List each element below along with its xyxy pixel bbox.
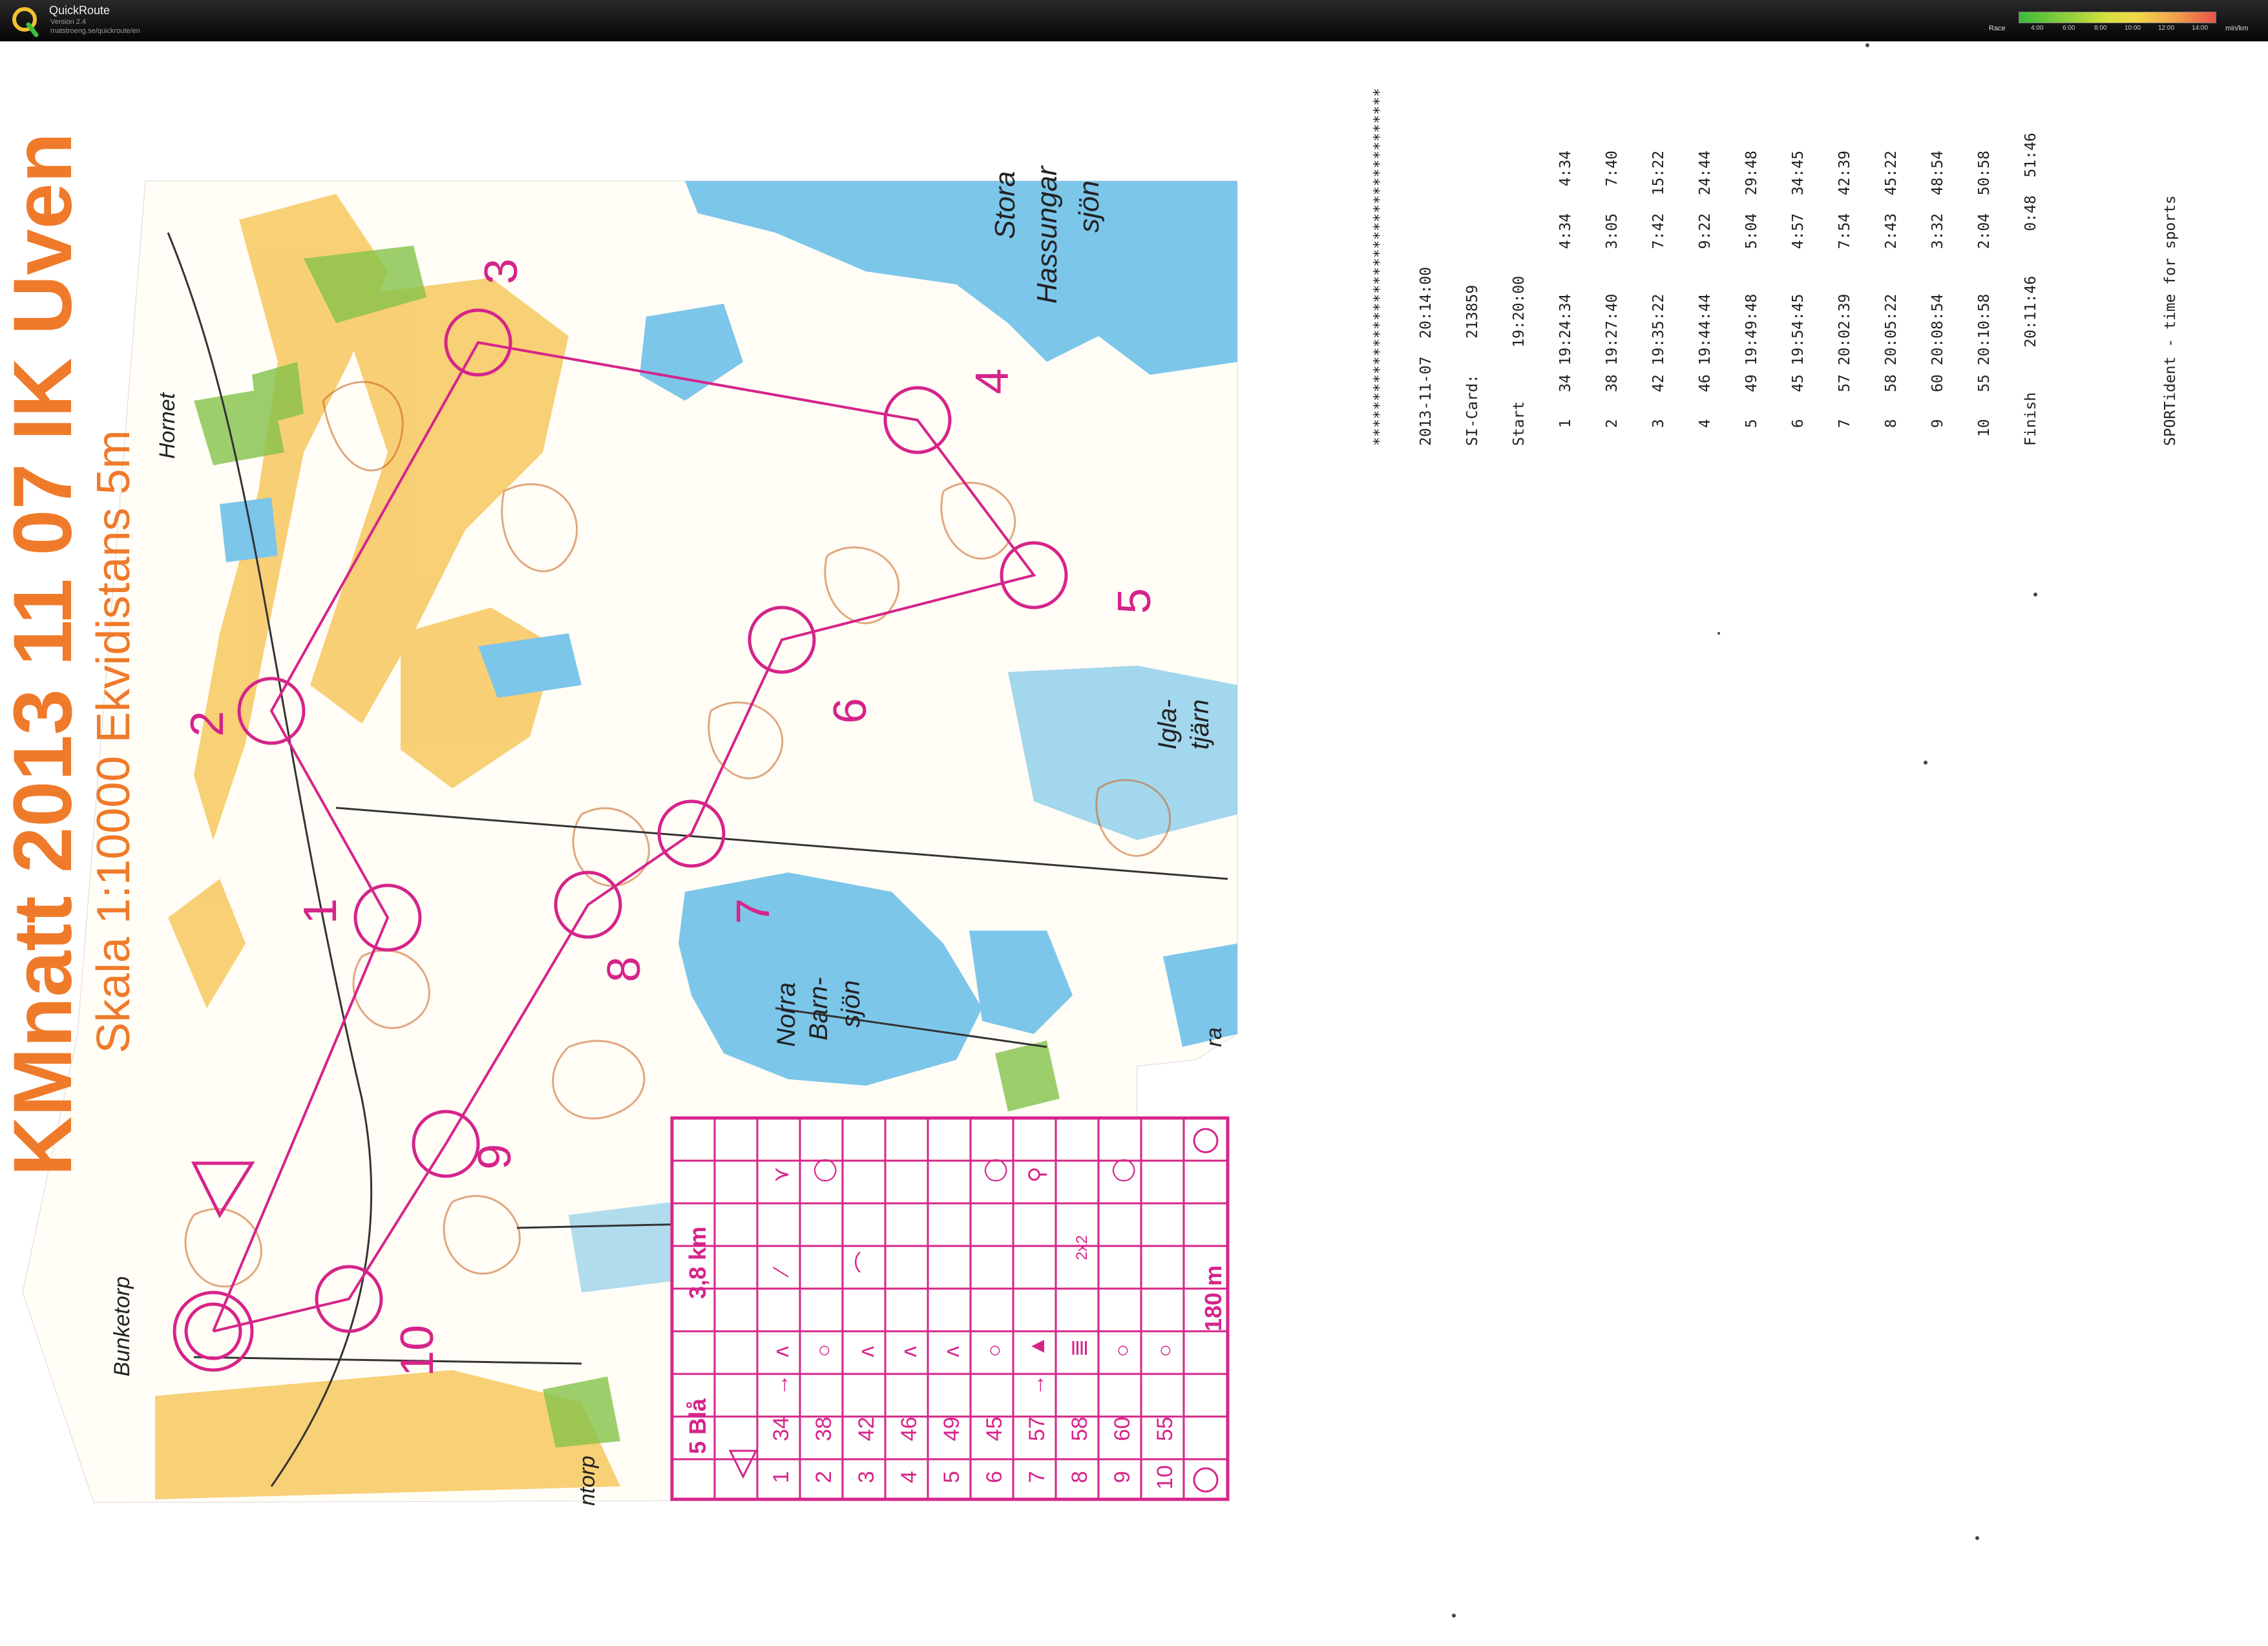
- app-name: QuickRoute: [49, 4, 110, 17]
- receipt-stars: ****************************************: [1371, 88, 1388, 446]
- pace-legend-label: Race: [1989, 25, 2006, 32]
- control-number: 1: [295, 898, 346, 924]
- map-title: KMnatt 2013 11 07 IK Uven: [0, 132, 89, 1176]
- card-row-symbol: ʌ: [854, 1346, 879, 1357]
- place-name: Bunketorp: [110, 1276, 134, 1377]
- receipt-footer: SPORTident - time for sports: [2162, 195, 2179, 446]
- climb: 180 m: [1200, 1265, 1226, 1331]
- control-number: 10: [392, 1325, 443, 1377]
- control-number: 4: [967, 368, 1018, 394]
- card-row-location: ◯: [812, 1158, 837, 1183]
- control-number: 3: [476, 259, 527, 284]
- control-number: 8: [598, 956, 650, 982]
- card-row-location: ⚲: [1025, 1166, 1049, 1183]
- place-name: Igla-: [1153, 699, 1182, 750]
- control-number: 9: [469, 1144, 521, 1170]
- receipt-split: 3 42 19:35:22 7:42 15:22: [1650, 151, 1667, 446]
- card-row-code: 58: [1067, 1417, 1092, 1441]
- place-name: sjön: [837, 980, 865, 1028]
- card-row-code: 49: [940, 1417, 964, 1441]
- card-row-code: 45: [982, 1417, 1007, 1441]
- card-row-code: 46: [897, 1417, 921, 1441]
- card-row-symbol: ○: [1153, 1344, 1177, 1357]
- pace-tick: 14:00: [2192, 25, 2209, 32]
- course-name: 5 Blå: [684, 1398, 711, 1454]
- card-row-feature: →: [1025, 1374, 1049, 1396]
- card-row-code: 34: [769, 1417, 793, 1441]
- place-name: Stora: [989, 171, 1021, 239]
- card-row-number: 6: [982, 1471, 1007, 1483]
- receipt-split: 10 55 20:10:58 2:04 50:58: [1976, 151, 1993, 446]
- control-description-card: 5 Blå 3,8 km 180 m 1 34 → ʌ ⁄ ⋎ 2 38 ○ ◯…: [670, 1116, 1230, 1501]
- card-row-extra: ⌒: [854, 1251, 879, 1273]
- place-name: sjön: [1073, 180, 1105, 233]
- receipt-split: 6 45 19:54:45 4:57 34:45: [1790, 151, 1807, 446]
- card-row-symbol: ▲: [1025, 1335, 1049, 1357]
- card-row-location: ◯: [982, 1158, 1007, 1183]
- receipt-split: 9 60 20:08:54 3:32 48:54: [1929, 151, 1946, 446]
- place-name: ra: [1202, 1028, 1226, 1047]
- map-subtitle: Skala 1:10000 Ekvidistans 5m: [88, 430, 140, 1053]
- pace-tick: 12:00: [2158, 25, 2175, 32]
- card-row-symbol: ≣: [1067, 1339, 1092, 1358]
- card-row-code: 38: [812, 1417, 836, 1441]
- pace-tick: 8:00: [2094, 25, 2107, 32]
- card-row-number: 3: [854, 1471, 879, 1483]
- receipt-finish: Finish 20:11:46 0:48 51:46: [2022, 132, 2039, 446]
- control-number: 2: [182, 711, 233, 737]
- card-row-symbol: ʌ: [897, 1346, 921, 1357]
- place-name: Hornet: [155, 392, 180, 459]
- card-row-code: 55: [1153, 1417, 1177, 1441]
- card-row-extra: 2x2: [1073, 1235, 1091, 1260]
- receipt-split: 7 57 20:02:39 7:54 42:39: [1836, 151, 1853, 446]
- lake-hassungar: [1098, 213, 1237, 375]
- card-row-code: 42: [854, 1417, 879, 1441]
- app-title-bar: QuickRoute Version 2.4 matstroeng.se/qui…: [0, 0, 2268, 41]
- place-name: Hassungar: [1031, 165, 1063, 304]
- card-row-number: 10: [1153, 1465, 1177, 1490]
- receipt-split: 4 46 19:44:44 9:22 24:44: [1697, 151, 1714, 446]
- place-name: ntorp: [575, 1456, 600, 1506]
- card-row-location: ⋎: [769, 1166, 793, 1183]
- app-version: Version 2.4: [50, 18, 87, 26]
- app-url: matstroeng.se/quickroute/en: [50, 27, 140, 35]
- pace-tick: 10:00: [2125, 25, 2141, 32]
- card-row-symbol: ○: [1110, 1344, 1135, 1357]
- card-row-number: 9: [1110, 1471, 1135, 1483]
- receipt-card: SI-Card: 213859: [1464, 284, 1481, 446]
- card-row-number: 5: [940, 1471, 964, 1483]
- receipt-split: 1 34 19:24:34 4:34 4:34: [1557, 151, 1574, 446]
- card-row-feature: →: [769, 1374, 793, 1396]
- pace-tick: 4:00: [2031, 25, 2044, 32]
- pace-legend-gradient: [2019, 12, 2216, 23]
- pace-legend-unit: min/km: [2225, 25, 2249, 32]
- card-row-number: 8: [1067, 1471, 1092, 1483]
- pace-tick: 6:00: [2063, 25, 2075, 32]
- receipt-start: Start 19:20:00: [1511, 275, 1528, 446]
- card-row-symbol: ʌ: [769, 1346, 793, 1357]
- sportident-receipt: ****************************************…: [1341, 88, 2194, 446]
- place-name: tjärn: [1186, 699, 1214, 750]
- card-row-code: 57: [1025, 1417, 1049, 1441]
- card-row-number: 1: [769, 1471, 793, 1483]
- receipt-split: 8 58 20:05:22 2:43 45:22: [1883, 151, 1900, 446]
- card-row-location: ◯: [1110, 1158, 1135, 1183]
- control-number: 5: [1109, 588, 1160, 614]
- receipt-date: 2013-11-07 20:14:00: [1418, 267, 1434, 446]
- card-row-symbol: ʌ: [940, 1346, 964, 1357]
- receipt-split: 5 49 19:49:48 5:04 29:48: [1743, 151, 1760, 446]
- place-name: Barn-: [804, 977, 833, 1040]
- control-number: 6: [824, 698, 876, 724]
- receipt-split: 2 38 19:27:40 3:05 7:40: [1604, 151, 1621, 446]
- card-row-symbol: ○: [812, 1344, 836, 1357]
- place-name: Norra: [772, 982, 801, 1047]
- card-row-symbol: ○: [982, 1344, 1007, 1357]
- card-row-number: 4: [897, 1471, 921, 1483]
- course-length: 3,8 km: [684, 1227, 711, 1299]
- card-row-number: 2: [812, 1471, 836, 1483]
- card-row-number: 7: [1025, 1471, 1049, 1483]
- quickroute-logo-icon: [12, 7, 39, 37]
- control-number: 7: [728, 898, 779, 924]
- card-row-code: 60: [1110, 1417, 1135, 1441]
